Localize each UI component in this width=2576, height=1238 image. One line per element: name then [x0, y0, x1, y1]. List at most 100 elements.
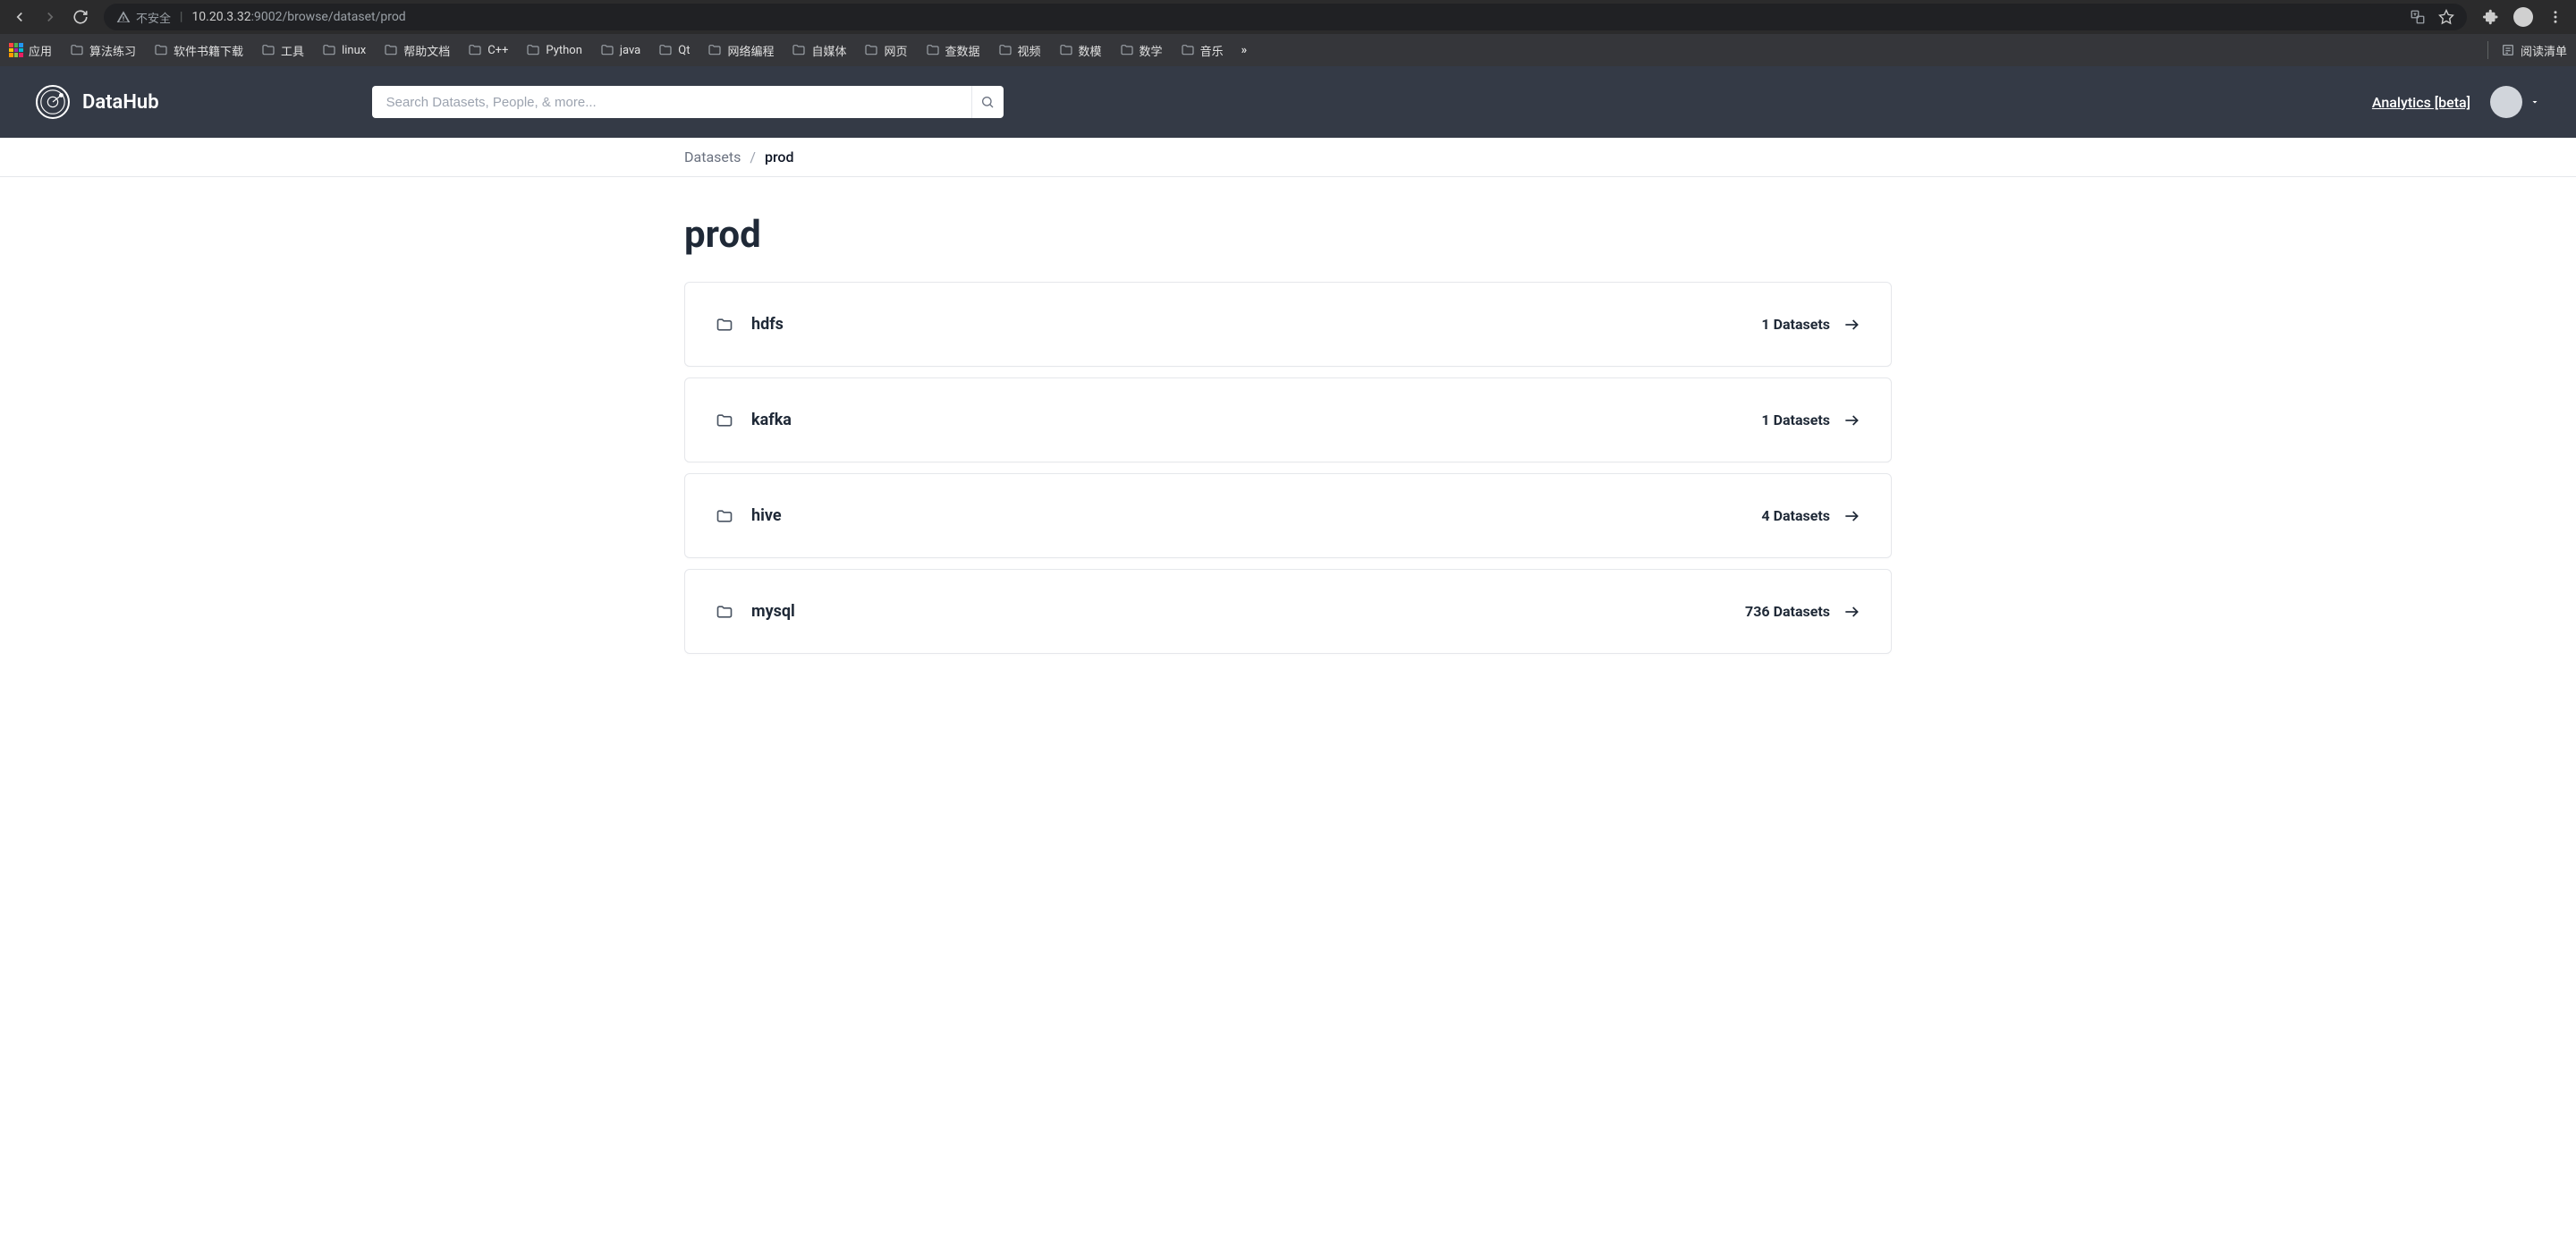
browser-chrome: 不安全 | 10.20.3.32:9002/browse/dataset/pro…	[0, 0, 2576, 66]
address-bar[interactable]: 不安全 | 10.20.3.32:9002/browse/dataset/pro…	[104, 4, 2467, 30]
folder-icon	[322, 43, 336, 57]
breadcrumb-root-link[interactable]: Datasets	[684, 148, 741, 165]
folder-icon	[716, 603, 733, 621]
bookmark-folder[interactable]: 算法练习	[70, 42, 136, 59]
bookmark-label: 自媒体	[811, 42, 846, 59]
bookmark-folder[interactable]: 网页	[864, 42, 907, 59]
browser-menu-icon[interactable]	[2547, 9, 2563, 25]
insecure-indicator[interactable]: 不安全	[116, 9, 171, 26]
header-right: Analytics [beta]	[2372, 86, 2540, 118]
folder-right: 1 Datasets	[1761, 316, 1860, 334]
bookmark-folder[interactable]: 视频	[998, 42, 1041, 59]
folder-left: hdfs	[716, 315, 784, 334]
bookmark-folder[interactable]: linux	[322, 43, 366, 57]
bookmark-label: 工具	[281, 42, 304, 59]
bookmark-label: 帮助文档	[403, 42, 450, 59]
brand-logo[interactable]: DataHub	[36, 85, 159, 119]
folder-count: 1 Datasets	[1761, 316, 1830, 333]
extensions-icon[interactable]	[2483, 9, 2499, 25]
reading-list-icon	[2501, 43, 2515, 57]
bookmark-folder[interactable]: 帮助文档	[384, 42, 450, 59]
folder-icon	[792, 43, 806, 57]
bookmark-label: 音乐	[1200, 42, 1224, 59]
search-wrap	[372, 86, 1004, 118]
warning-icon	[116, 10, 131, 24]
bookmark-folder[interactable]: 音乐	[1181, 42, 1224, 59]
bookmark-folder[interactable]: 网络编程	[708, 42, 774, 59]
bookmark-folder[interactable]: C++	[468, 43, 508, 57]
folder-count: 4 Datasets	[1761, 507, 1830, 524]
bookmark-label: 视频	[1018, 42, 1041, 59]
folder-icon	[1059, 43, 1073, 57]
folder-icon	[716, 411, 733, 429]
folder-count: 736 Datasets	[1745, 603, 1830, 620]
address-host: 10.20.3.32	[191, 10, 250, 24]
folder-right: 4 Datasets	[1761, 507, 1860, 525]
folder-card[interactable]: hdfs 1 Datasets	[684, 282, 1892, 367]
user-menu[interactable]	[2490, 86, 2540, 118]
folder-name: hive	[751, 506, 782, 525]
bookmark-folder[interactable]: 工具	[261, 42, 304, 59]
bookmark-label: 数模	[1079, 42, 1102, 59]
folder-card[interactable]: hive 4 Datasets	[684, 473, 1892, 558]
folder-icon	[154, 43, 168, 57]
bookmark-label: Python	[546, 44, 581, 57]
reload-button[interactable]	[72, 8, 89, 26]
bookmark-label: 网页	[884, 42, 907, 59]
arrow-right-icon	[1843, 411, 1860, 429]
search-input[interactable]	[372, 86, 971, 118]
folder-right: 1 Datasets	[1761, 411, 1860, 429]
search-icon	[980, 95, 995, 109]
folder-left: mysql	[716, 602, 795, 621]
reading-list-button[interactable]: 阅读清单	[2501, 42, 2567, 59]
breadcrumb: Datasets / prod	[0, 138, 2576, 177]
folder-icon	[864, 43, 878, 57]
folder-card[interactable]: kafka 1 Datasets	[684, 377, 1892, 462]
folder-name: mysql	[751, 602, 795, 621]
bookmark-label: Qt	[678, 44, 690, 57]
bookmark-folder[interactable]: Qt	[658, 43, 690, 57]
folder-left: kafka	[716, 411, 792, 429]
back-button[interactable]	[11, 8, 29, 26]
bookmarks-overflow-button[interactable]: »	[1241, 44, 1248, 57]
analytics-link[interactable]: Analytics [beta]	[2372, 94, 2470, 111]
forward-button[interactable]	[41, 8, 59, 26]
bookmark-label: 查数据	[945, 42, 980, 59]
app-header: DataHub Analytics [beta]	[0, 66, 2576, 138]
bookmarks-bar: 应用 算法练习 软件书籍下载 工具 linux 帮助文档 C++ Python java Qt 网…	[0, 34, 2576, 66]
arrow-right-icon	[1843, 603, 1860, 621]
page-title: prod	[684, 213, 1892, 257]
folder-icon	[926, 43, 940, 57]
address-path: :9002/browse/dataset/prod	[251, 10, 406, 24]
folder-icon	[1181, 43, 1195, 57]
bookmark-label: 算法练习	[89, 42, 136, 59]
reading-list-label: 阅读清单	[2521, 42, 2567, 59]
arrow-right-icon	[1843, 316, 1860, 334]
translate-icon[interactable]	[2410, 9, 2426, 25]
insecure-label: 不安全	[136, 9, 171, 26]
bookmark-folder[interactable]: java	[600, 43, 640, 57]
bookmark-star-icon[interactable]	[2438, 9, 2454, 25]
bookmark-folder[interactable]: 数模	[1059, 42, 1102, 59]
main-content: prod hdfs 1 Datasets kafka 1 Datasets hive 4 …	[684, 177, 1892, 672]
search-button[interactable]	[971, 86, 1004, 118]
bookmark-label: 软件书籍下载	[174, 42, 243, 59]
folder-icon	[600, 43, 614, 57]
folder-count: 1 Datasets	[1761, 411, 1830, 428]
bookmark-label: java	[620, 44, 640, 57]
bookmark-folder[interactable]: 查数据	[926, 42, 980, 59]
profile-avatar-icon[interactable]	[2513, 7, 2533, 27]
address-separator: |	[180, 10, 182, 24]
bookmark-folder[interactable]: 数学	[1120, 42, 1163, 59]
bookmark-label: 数学	[1140, 42, 1163, 59]
folder-card[interactable]: mysql 736 Datasets	[684, 569, 1892, 654]
apps-button[interactable]: 应用	[9, 42, 52, 59]
bookmark-folder[interactable]: 自媒体	[792, 42, 846, 59]
bookmark-folder[interactable]: Python	[526, 43, 581, 57]
bookmark-label: 网络编程	[727, 42, 774, 59]
bookmark-folder[interactable]: 软件书籍下载	[154, 42, 243, 59]
folder-icon	[468, 43, 482, 57]
folder-name: kafka	[751, 411, 792, 429]
folder-icon	[70, 43, 84, 57]
apps-grid-icon	[9, 43, 23, 57]
